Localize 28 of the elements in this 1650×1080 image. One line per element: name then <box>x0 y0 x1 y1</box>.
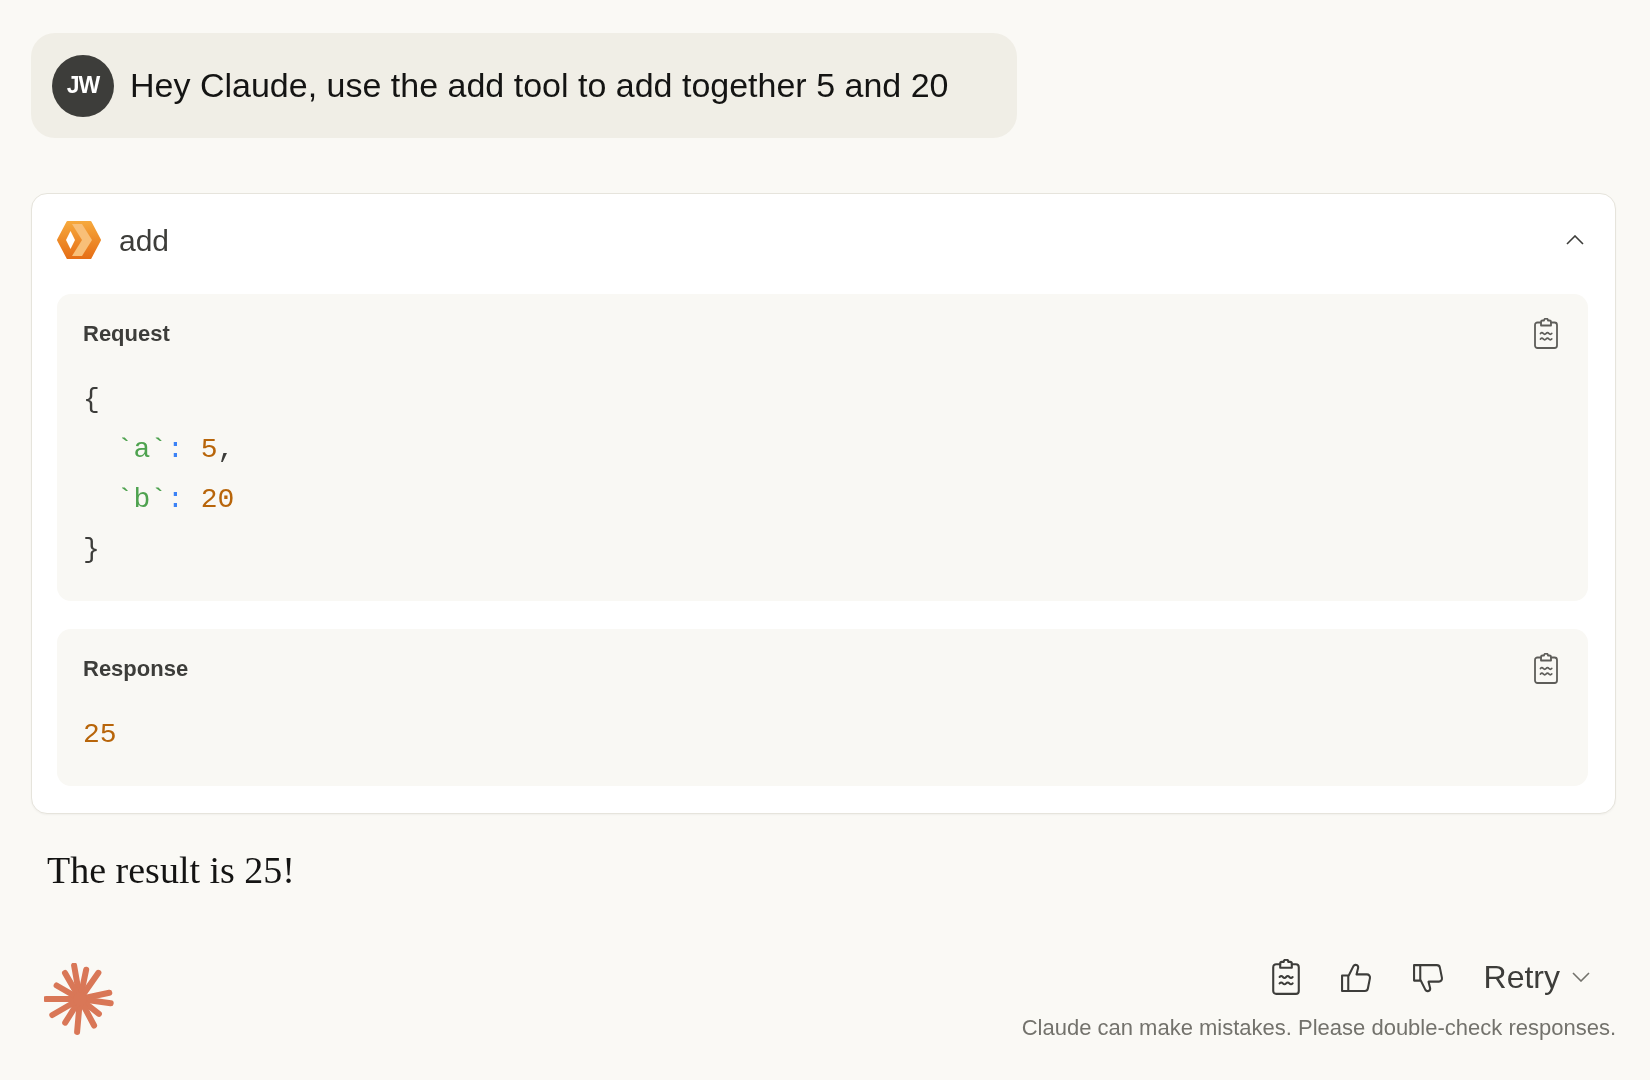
code-line: } <box>83 533 100 567</box>
section-label: Response <box>83 654 189 683</box>
collapse-button[interactable] <box>1566 235 1584 245</box>
thumbs-down-icon <box>1411 961 1444 993</box>
dislike-button[interactable] <box>1411 961 1444 993</box>
chevron-down-icon <box>1572 972 1590 982</box>
code-line: `a`: 5, <box>115 433 235 467</box>
clipboard-icon <box>1271 959 1300 995</box>
starburst-logo-icon <box>44 963 116 1035</box>
hexagon-logo-icon <box>57 220 101 260</box>
thumbs-up-icon <box>1339 961 1372 993</box>
clipboard-icon <box>1534 318 1558 349</box>
code-line: `b`: 20 <box>115 483 235 517</box>
like-button[interactable] <box>1339 961 1372 993</box>
clipboard-icon <box>1534 653 1558 684</box>
tool-name: add <box>119 222 170 259</box>
copy-button[interactable] <box>1534 318 1558 349</box>
code-line: 25 <box>83 718 117 752</box>
disclaimer-text: Claude can make mistakes. Please double-check responses. <box>1021 1014 1616 1042</box>
code-line: { <box>83 383 100 417</box>
user-avatar: JW <box>52 54 114 117</box>
retry-button[interactable]: Retry <box>1483 961 1590 993</box>
copy-button[interactable] <box>1271 959 1300 995</box>
reply-text: The result is 25! <box>47 848 295 893</box>
message-text: Hey Claude, use the add tool to add together 5 and 20 <box>130 65 949 106</box>
chevron-up-icon <box>1566 235 1584 245</box>
copy-button[interactable] <box>1534 653 1558 684</box>
section-label: Request <box>83 319 170 348</box>
